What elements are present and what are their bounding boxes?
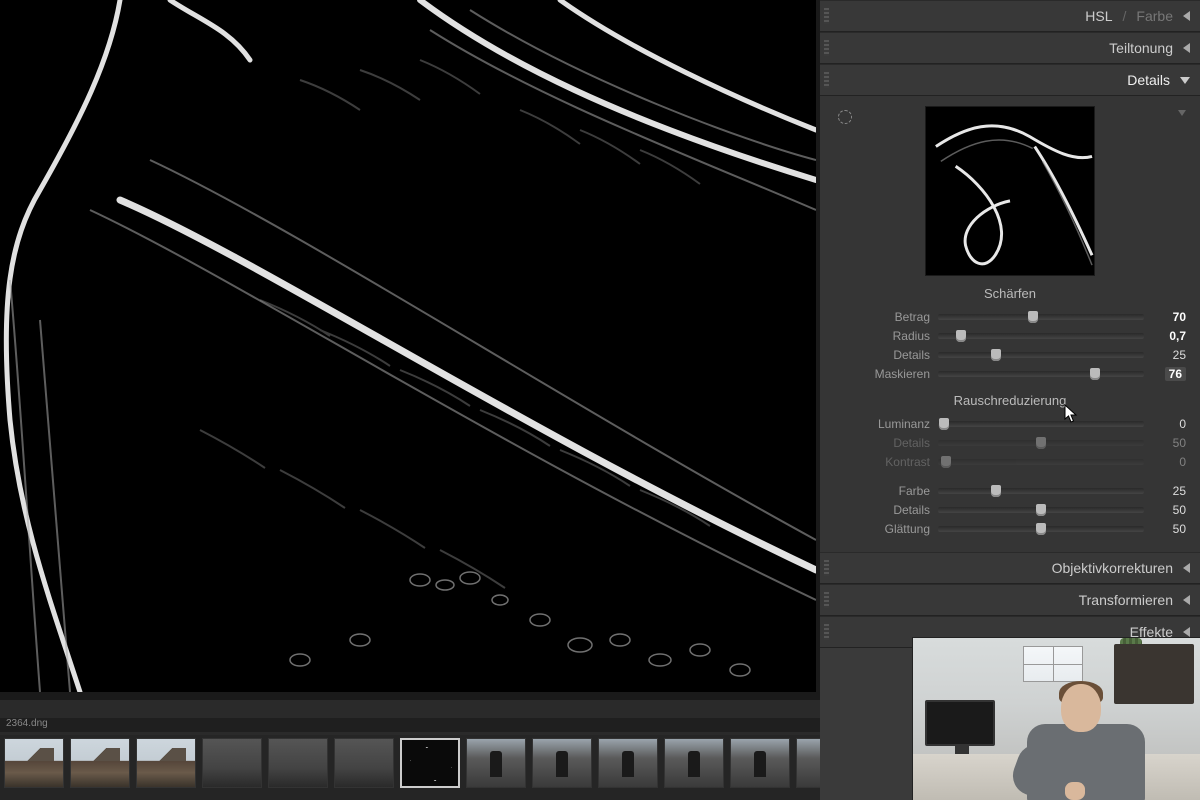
slider-mask-handle[interactable] — [1090, 368, 1100, 380]
grip-icon — [824, 592, 829, 608]
chevron-down-icon — [1180, 77, 1190, 84]
slider-color-detail-handle[interactable] — [1036, 504, 1046, 516]
filmstrip-thumb[interactable] — [4, 738, 64, 788]
slider-color-smooth-label: Glättung — [834, 522, 930, 536]
slider-mask-track[interactable] — [938, 371, 1144, 377]
filmstrip-thumb[interactable] — [334, 738, 394, 788]
slider-lum-detail[interactable]: Details 50 — [834, 433, 1186, 452]
slider-lum-detail-label: Details — [834, 436, 930, 450]
grip-icon — [824, 8, 829, 24]
filmstrip-thumb[interactable] — [466, 738, 526, 788]
panel-hsl-label2: Farbe — [1136, 8, 1173, 24]
slider-radius-value[interactable]: 0,7 — [1152, 329, 1186, 343]
filmstrip-thumb[interactable] — [796, 738, 820, 788]
slider-lum-detail-value[interactable]: 50 — [1152, 436, 1186, 450]
filename-bar: 2364.dng — [0, 718, 820, 732]
slider-luminance-track[interactable] — [938, 421, 1144, 427]
slider-mask[interactable]: Maskieren 76 — [834, 364, 1186, 383]
slider-lum-detail-handle[interactable] — [1036, 437, 1046, 449]
slider-sharpen-detail-handle[interactable] — [991, 349, 1001, 361]
slider-luminance[interactable]: Luminanz 0 — [834, 414, 1186, 433]
slider-color-label: Farbe — [834, 484, 930, 498]
slider-mask-label: Maskieren — [834, 367, 930, 381]
detail-target-icon[interactable] — [838, 110, 852, 124]
panel-transform-label: Transformieren — [1079, 592, 1173, 608]
grip-icon — [824, 624, 829, 640]
slider-amount-value[interactable]: 70 — [1152, 310, 1186, 324]
slider-luminance-label: Luminanz — [834, 417, 930, 431]
filmstrip-thumb[interactable] — [202, 738, 262, 788]
slider-sharpen-detail-label: Details — [834, 348, 930, 362]
panel-details-label: Details — [1127, 72, 1170, 88]
slider-lum-contrast-track[interactable] — [938, 459, 1144, 465]
panel-lens[interactable]: Objektivkorrekturen — [820, 552, 1200, 584]
slider-color-detail-label: Details — [834, 503, 930, 517]
preview-svg — [0, 0, 816, 692]
chevron-left-icon — [1183, 11, 1190, 21]
details-panel-body: Schärfen Betrag 70 Radius 0,7 Details 25… — [820, 96, 1200, 552]
slider-color-track[interactable] — [938, 488, 1144, 494]
filmstrip-thumb[interactable] — [136, 738, 196, 788]
detail-menu-icon[interactable] — [1178, 110, 1186, 116]
slider-color-detail-value[interactable]: 50 — [1152, 503, 1186, 517]
slider-color-handle[interactable] — [991, 485, 1001, 497]
slider-lum-detail-track[interactable] — [938, 440, 1144, 446]
filename-text: 2364.dng — [6, 718, 48, 729]
filmstrip-thumb[interactable] — [532, 738, 592, 788]
noise-title: Rauschreduzierung — [834, 393, 1186, 408]
grip-icon — [824, 560, 829, 576]
slider-lum-contrast-value[interactable]: 0 — [1152, 455, 1186, 469]
slider-color[interactable]: Farbe 25 — [834, 481, 1186, 500]
filmstrip-thumb[interactable] — [268, 738, 328, 788]
slider-color-smooth-value[interactable]: 50 — [1152, 522, 1186, 536]
filmstrip-thumb[interactable] — [730, 738, 790, 788]
panel-hsl[interactable]: HSL / Farbe — [820, 0, 1200, 32]
detail-preview-thumbnail[interactable] — [925, 106, 1095, 276]
grip-icon — [824, 40, 829, 56]
image-preview[interactable] — [0, 0, 816, 692]
slider-color-smooth[interactable]: Glättung 50 — [834, 519, 1186, 538]
chevron-left-icon — [1183, 43, 1190, 53]
slider-radius-label: Radius — [834, 329, 930, 343]
sharpen-title: Schärfen — [834, 286, 1186, 301]
slider-mask-value[interactable]: 76 — [1152, 367, 1186, 381]
filmstrip-thumb[interactable] — [664, 738, 724, 788]
slider-amount-track[interactable] — [938, 314, 1144, 320]
slider-sharpen-detail[interactable]: Details 25 — [834, 345, 1186, 364]
chevron-left-icon — [1183, 595, 1190, 605]
filmstrip-thumb[interactable] — [70, 738, 130, 788]
slider-color-value[interactable]: 25 — [1152, 484, 1186, 498]
panel-details[interactable]: Details — [820, 64, 1200, 96]
slider-radius-handle[interactable] — [956, 330, 966, 342]
slider-amount-handle[interactable] — [1028, 311, 1038, 323]
chevron-left-icon — [1183, 627, 1190, 637]
slider-amount[interactable]: Betrag 70 — [834, 307, 1186, 326]
slider-luminance-value[interactable]: 0 — [1152, 417, 1186, 431]
main-preview-area — [0, 0, 820, 700]
panel-split-label: Teiltonung — [1109, 40, 1173, 56]
grip-icon — [824, 72, 829, 88]
chevron-left-icon — [1183, 563, 1190, 573]
slider-sharpen-detail-track[interactable] — [938, 352, 1144, 358]
slider-color-detail[interactable]: Details 50 — [834, 500, 1186, 519]
slider-amount-label: Betrag — [834, 310, 930, 324]
slider-lum-contrast[interactable]: Kontrast 0 — [834, 452, 1186, 471]
slider-radius-track[interactable] — [938, 333, 1144, 339]
slider-lum-contrast-label: Kontrast — [834, 455, 930, 469]
slider-lum-contrast-handle[interactable] — [941, 456, 951, 468]
slider-color-smooth-track[interactable] — [938, 526, 1144, 532]
slider-sharpen-detail-value[interactable]: 25 — [1152, 348, 1186, 362]
panel-lens-label: Objektivkorrekturen — [1052, 560, 1173, 576]
slider-color-detail-track[interactable] — [938, 507, 1144, 513]
filmstrip[interactable] — [0, 735, 820, 800]
slider-luminance-handle[interactable] — [939, 418, 949, 430]
slider-radius[interactable]: Radius 0,7 — [834, 326, 1186, 345]
panel-hsl-label: HSL — [1085, 8, 1112, 24]
panel-split-toning[interactable]: Teiltonung — [820, 32, 1200, 64]
slider-color-smooth-handle[interactable] — [1036, 523, 1046, 535]
filmstrip-thumb[interactable] — [400, 738, 460, 788]
panel-transform[interactable]: Transformieren — [820, 584, 1200, 616]
filmstrip-thumb[interactable] — [598, 738, 658, 788]
webcam-overlay — [912, 637, 1200, 800]
